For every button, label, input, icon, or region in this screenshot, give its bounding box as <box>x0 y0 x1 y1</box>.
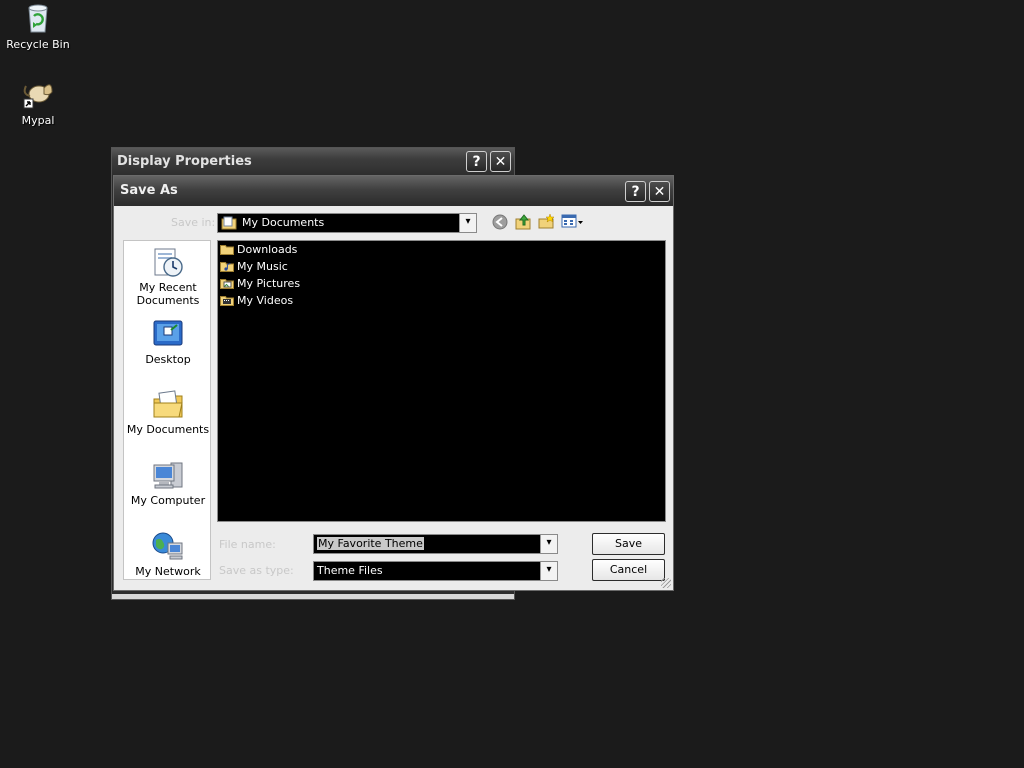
save-as-title: Save As <box>120 183 178 198</box>
pictures-folder-icon <box>220 279 234 289</box>
display-properties-close-button[interactable]: ✕ <box>490 151 511 172</box>
save-as-type-label: Save as type: <box>219 564 294 577</box>
resize-grip[interactable] <box>661 578 671 588</box>
file-name-label: File name: <box>219 538 276 551</box>
save-as-type-value: Theme Files <box>317 564 383 577</box>
place-recent-label-2: Documents <box>136 294 200 307</box>
file-name-field[interactable]: My Favorite Theme ▾ <box>313 534 558 554</box>
videos-folder-icon <box>220 296 234 306</box>
file-name-value: My Favorite Theme <box>317 537 424 550</box>
mypal-label: Mypal <box>21 114 55 127</box>
up-one-level-button[interactable] <box>514 213 532 231</box>
my-documents-small-icon <box>221 216 237 230</box>
desktop-icon-mypal[interactable]: Mypal <box>0 80 76 127</box>
close-button[interactable]: ✕ <box>649 181 670 202</box>
desktop-icon-recycle-bin[interactable]: Recycle Bin <box>0 2 76 51</box>
save-in-combo[interactable]: My Documents ▾ <box>217 213 477 233</box>
place-my-documents[interactable]: My Documents <box>124 389 212 436</box>
place-my-computer[interactable]: My Computer <box>124 460 212 507</box>
save-button[interactable]: Save <box>592 533 665 555</box>
file-name-dropdown-arrow[interactable]: ▾ <box>540 535 557 553</box>
save-as-type-select[interactable]: Theme Files ▾ <box>313 561 558 581</box>
display-properties-help-button[interactable]: ? <box>466 151 487 172</box>
up-folder-icon <box>515 214 530 230</box>
save-in-value: My Documents <box>242 216 325 229</box>
new-folder-icon <box>538 213 555 229</box>
file-name-my-music: My Music <box>237 260 288 273</box>
views-menu-button[interactable] <box>561 213 585 231</box>
recycle-bin-icon <box>28 4 48 33</box>
list-item[interactable]: My Pictures <box>220 277 300 294</box>
list-item[interactable]: Downloads <box>220 243 297 260</box>
file-name-my-pictures: My Pictures <box>237 277 301 290</box>
file-name-my-videos: My Videos <box>237 294 294 307</box>
cancel-button[interactable]: Cancel <box>592 559 665 581</box>
save-as-dialog: Save As ? ✕ Save in: My Documents ▾ My R… <box>113 175 674 591</box>
back-button[interactable] <box>491 214 509 232</box>
music-folder-icon <box>220 262 234 272</box>
my-documents-icon <box>153 390 183 418</box>
place-my-computer-label: My Computer <box>130 494 206 507</box>
display-properties-titlebar[interactable]: Display Properties ? ✕ <box>112 148 514 175</box>
place-my-recent-documents[interactable]: My Recent Documents <box>124 247 212 307</box>
create-new-folder-button[interactable] <box>537 213 555 231</box>
back-icon <box>492 214 508 230</box>
my-computer-icon <box>153 462 183 489</box>
help-button[interactable]: ? <box>625 181 646 202</box>
my-network-icon <box>152 532 183 560</box>
place-my-network-label: My Network <box>135 565 201 578</box>
save-in-dropdown-arrow[interactable]: ▾ <box>459 214 476 232</box>
recycle-bin-label: Recycle Bin <box>6 38 70 51</box>
place-my-network[interactable]: My Network <box>124 531 212 578</box>
file-list[interactable]: Downloads My Music My Pictures My Videos <box>217 240 666 522</box>
file-name-downloads: Downloads <box>237 243 298 256</box>
places-bar: My Recent Documents Desktop My Documents <box>123 240 211 580</box>
list-item[interactable]: My Videos <box>220 294 293 311</box>
folder-icon <box>220 245 234 255</box>
save-as-type-dropdown-arrow[interactable]: ▾ <box>540 562 557 580</box>
desktop-icon <box>153 320 183 346</box>
place-my-documents-label: My Documents <box>126 423 210 436</box>
place-desktop[interactable]: Desktop <box>124 319 212 366</box>
recent-documents-icon <box>154 248 183 277</box>
display-properties-title: Display Properties <box>117 154 252 169</box>
list-item[interactable]: My Music <box>220 260 288 277</box>
display-properties-bottom-edge <box>112 594 514 599</box>
place-desktop-label: Desktop <box>145 353 191 366</box>
mypal-shortcut-icon <box>23 84 53 109</box>
views-menu-icon <box>561 214 583 228</box>
save-in-label: Save in: <box>171 216 216 229</box>
place-recent-label-1: My Recent <box>139 281 197 294</box>
save-as-titlebar[interactable]: Save As ? ✕ <box>114 176 673 206</box>
